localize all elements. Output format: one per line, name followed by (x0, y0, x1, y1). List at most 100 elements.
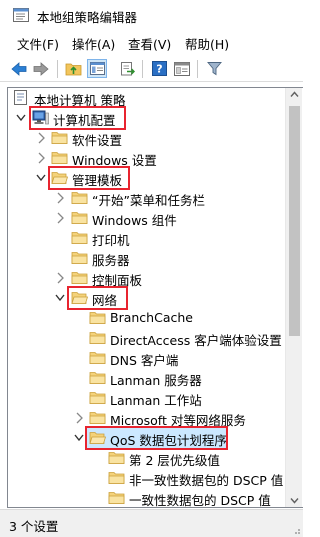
folder-icon (108, 472, 125, 484)
tree-node-lanman-server[interactable]: Lanman 服务器 (8, 368, 286, 388)
scrollbar-thumb[interactable] (289, 106, 300, 336)
toolbar-separator (57, 60, 58, 78)
tree-label: BranchCache (110, 310, 193, 325)
folder-icon (71, 212, 88, 224)
status-bar: 3 个设置 (0, 509, 303, 537)
tree-label: Lanman 工作站 (110, 393, 202, 408)
tree-label: Lanman 服务器 (110, 373, 202, 388)
tree-label: 非一致性数据包的 DSCP 值 (129, 473, 284, 488)
folder-icon (89, 412, 106, 424)
forward-button[interactable] (31, 59, 51, 78)
annotation-box-qos (85, 426, 228, 450)
folder-icon (71, 232, 88, 244)
menu-bar: 文件(F) 操作(A) 查看(V) 帮助(H) (0, 30, 303, 54)
chevron-down-icon[interactable] (54, 290, 66, 306)
filter-button[interactable] (204, 59, 224, 78)
annotation-box-network (67, 286, 128, 310)
tree-label: 软件设置 (72, 133, 123, 148)
chevron-down-icon[interactable] (15, 110, 27, 126)
folder-icon (89, 352, 106, 364)
tree-node-microsoft-peer[interactable]: Microsoft 对等网络服务 (8, 408, 286, 428)
tree-node-lanman-workstation[interactable]: Lanman 工作站 (8, 388, 286, 408)
menu-file[interactable]: 文件(F) (17, 34, 59, 53)
folder-icon (108, 452, 125, 464)
resize-grip-icon[interactable] (291, 525, 301, 535)
folder-icon (71, 272, 88, 284)
group-policy-app-icon (13, 8, 29, 22)
folder-icon (89, 332, 106, 344)
tree-node-network[interactable]: 网络 (8, 288, 286, 308)
up-folder-button[interactable] (63, 59, 83, 78)
folder-icon (51, 132, 68, 144)
tree-node-control-panel[interactable]: 控制面板 (8, 268, 286, 288)
tree-label: Windows 组件 (92, 213, 177, 228)
chevron-right-icon[interactable] (54, 190, 66, 206)
toolbar: ? (0, 55, 303, 82)
tree-node-dscp-conforming[interactable]: 一致性数据包的 DSCP 值 (8, 488, 286, 508)
folder-icon (51, 152, 68, 164)
tree-node-layer2-priority[interactable]: 第 2 层优先级值 (8, 448, 286, 468)
tree-node-directaccess[interactable]: DirectAccess 客户端体验设置 (8, 328, 286, 348)
properties-icon (174, 61, 190, 76)
annotation-box-admin-templates (48, 166, 130, 190)
tree-label: DNS 客户端 (110, 353, 179, 368)
status-text: 3 个设置 (9, 519, 59, 534)
tree-node-windows-components[interactable]: Windows 组件 (8, 208, 286, 228)
help-icon: ? (151, 61, 167, 76)
tree-node-software-settings[interactable]: 软件设置 (8, 128, 286, 148)
tree-label: 第 2 层优先级值 (129, 453, 220, 468)
show-hide-tree-icon (89, 62, 105, 75)
folder-icon (89, 392, 106, 404)
tree-node-root[interactable]: 本地计算机 策略 (8, 88, 286, 108)
annotation-box-computer-config (29, 106, 126, 130)
forward-icon (33, 61, 49, 76)
tree-view[interactable]: 本地计算机 策略 计算机配置 软件设置 Windows 设置 管理模板 “开始”… (7, 87, 303, 508)
scroll-down-arrow-icon[interactable] (290, 496, 299, 505)
chevron-right-icon[interactable] (54, 210, 66, 226)
tree-node-windows-settings[interactable]: Windows 设置 (8, 148, 286, 168)
menu-action[interactable]: 操作(A) (72, 34, 115, 53)
tree-content: 本地计算机 策略 计算机配置 软件设置 Windows 设置 管理模板 “开始”… (8, 88, 286, 508)
chevron-down-icon[interactable] (35, 170, 47, 186)
tree-node-dscp-nonconforming[interactable]: 非一致性数据包的 DSCP 值 (8, 468, 286, 488)
chevron-right-icon[interactable] (35, 130, 47, 146)
chevron-down-icon[interactable] (73, 430, 85, 446)
window-title: 本地组策略编辑器 (37, 10, 138, 25)
folder-icon (71, 252, 88, 264)
chevron-right-icon[interactable] (73, 410, 85, 426)
properties-button[interactable] (172, 59, 192, 78)
svg-text:?: ? (156, 63, 162, 76)
tree-label: 服务器 (92, 253, 130, 268)
back-icon (11, 61, 27, 76)
title-bar: 本地组策略编辑器 (0, 0, 303, 30)
back-button[interactable] (9, 59, 29, 78)
folder-icon (71, 192, 88, 204)
tree-label: “开始”菜单和任务栏 (92, 193, 205, 208)
tree-node-printers[interactable]: 打印机 (8, 228, 286, 248)
tree-node-servers[interactable]: 服务器 (8, 248, 286, 268)
show-hide-tree-button[interactable] (87, 59, 107, 78)
tree-node-dns-client[interactable]: DNS 客户端 (8, 348, 286, 368)
policy-document-icon (14, 90, 27, 105)
tree-label: DirectAccess 客户端体验设置 (110, 333, 282, 348)
help-button[interactable]: ? (149, 59, 169, 78)
menu-help[interactable]: 帮助(H) (185, 34, 229, 53)
toolbar-separator (197, 60, 198, 78)
export-list-icon (120, 62, 135, 76)
menu-view[interactable]: 查看(V) (128, 34, 171, 53)
tree-node-start-menu[interactable]: “开始”菜单和任务栏 (8, 188, 286, 208)
folder-icon (89, 372, 106, 384)
filter-icon (206, 62, 222, 76)
vertical-scrollbar[interactable] (285, 88, 302, 507)
tree-label: 打印机 (92, 233, 130, 248)
toolbar-separator (142, 60, 143, 78)
chevron-right-icon[interactable] (35, 150, 47, 166)
scroll-up-arrow-icon[interactable] (290, 90, 299, 99)
folder-icon (89, 312, 106, 324)
folder-icon (108, 492, 125, 504)
tree-label: 一致性数据包的 DSCP 值 (129, 493, 271, 508)
export-list-button[interactable] (117, 59, 137, 78)
up-folder-icon (65, 63, 81, 76)
tree-node-branchcache[interactable]: BranchCache (8, 308, 286, 328)
chevron-right-icon[interactable] (54, 270, 66, 286)
